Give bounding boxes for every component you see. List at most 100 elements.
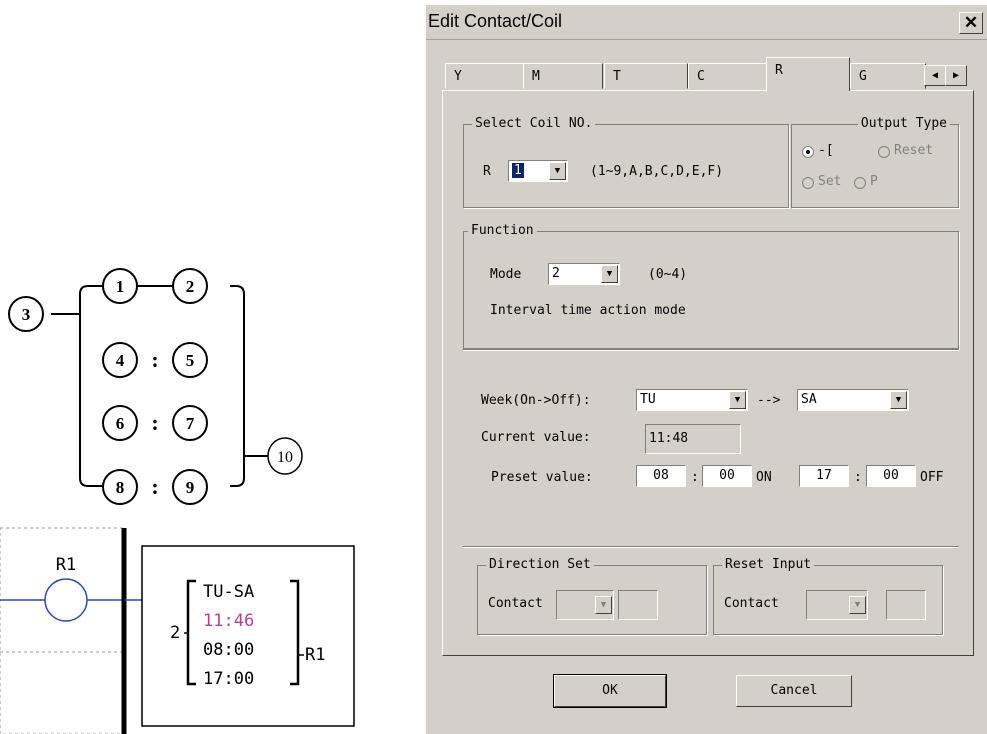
dropdown-arrow-icon: ▼ xyxy=(729,391,746,409)
edit-contact-coil-dialog: Edit Contact/Coil ✕ Y M T C R G ◀ ▶ Sele… xyxy=(426,5,987,734)
ok-button-label: OK xyxy=(602,683,618,698)
week-to-select[interactable]: SA ▼ xyxy=(797,389,909,411)
tab-r[interactable]: R xyxy=(766,57,850,91)
tab-scroll: ◀ ▶ xyxy=(924,65,968,86)
tab-y[interactable]: Y xyxy=(445,63,525,89)
tab-t[interactable]: T xyxy=(604,63,688,89)
reset-input-group: Reset Input Contact ▼ xyxy=(713,557,943,635)
tab-r-label: R xyxy=(775,63,783,78)
preset-off-hour-value: 17 xyxy=(816,468,832,483)
block-on-time: 08:00 xyxy=(203,640,254,660)
output-type-set-label: Set xyxy=(818,174,842,189)
ladder-diagram: R1 2 TU-SA 11:46 08:00 17:00 R1 xyxy=(0,527,355,734)
week-to-value: SA xyxy=(801,392,817,407)
coil-label: R1 xyxy=(56,555,76,575)
close-button[interactable]: ✕ xyxy=(959,12,983,34)
node-2-label: 2 xyxy=(186,277,195,296)
tab-panel-r: Select Coil NO. R 1 ▼ (1~9,A,B,C,D,E,F) … xyxy=(442,90,974,656)
tab-scroll-left-button[interactable]: ◀ xyxy=(924,65,946,86)
output-type-radio-reset[interactable] xyxy=(878,146,890,158)
week-from-select[interactable]: TU ▼ xyxy=(636,389,748,411)
dropdown-arrow-icon: ▼ xyxy=(549,162,566,180)
node-3-label: 3 xyxy=(22,305,31,324)
title-bar[interactable]: Edit Contact/Coil ✕ xyxy=(426,5,987,40)
preset-on-minute-value: 00 xyxy=(719,468,735,483)
node-9-label: 9 xyxy=(186,478,195,497)
tab-m-label: M xyxy=(532,69,540,84)
separator-8-9: : xyxy=(151,474,158,499)
block-output: R1 xyxy=(305,645,325,665)
week-from-value: TU xyxy=(640,392,656,407)
dropdown-arrow-icon: ▼ xyxy=(890,391,907,409)
mode-description: Interval time action mode xyxy=(490,303,686,318)
reset-contact-select[interactable]: ▼ xyxy=(806,590,868,620)
output-type-group: Output Type -[ Reset Set P xyxy=(791,116,959,208)
preset-off-minute-input[interactable]: 00 xyxy=(866,465,916,487)
cancel-button[interactable]: Cancel xyxy=(736,675,852,707)
preset-on-colon: : xyxy=(691,470,699,485)
separator-6-7: : xyxy=(151,410,158,435)
preset-on-minute-input[interactable]: 00 xyxy=(702,465,752,487)
output-type-radio-p[interactable] xyxy=(854,177,866,189)
node-4-label: 4 xyxy=(116,351,125,370)
dropdown-arrow-icon: ▼ xyxy=(601,265,618,283)
reset-input-legend: Reset Input xyxy=(722,557,815,572)
select-coil-legend: Select Coil NO. xyxy=(472,116,596,131)
block-days: TU-SA xyxy=(203,582,254,602)
coil-number-value: 1 xyxy=(512,163,524,178)
tab-scroll-right-button[interactable]: ▶ xyxy=(945,65,967,86)
current-value-field: 11:48 xyxy=(645,424,741,454)
select-coil-group: Select Coil NO. R 1 ▼ (1~9,A,B,C,D,E,F) xyxy=(463,116,789,208)
output-type-coil-label: -[ xyxy=(818,143,834,158)
tab-c[interactable]: C xyxy=(688,63,768,89)
block-off-time: 17:00 xyxy=(203,669,254,689)
mode-select[interactable]: 2 ▼ xyxy=(548,263,620,285)
tab-c-label: C xyxy=(697,69,705,84)
direction-contact-select[interactable]: ▼ xyxy=(556,590,614,620)
preset-on-label: ON xyxy=(756,470,772,485)
section-divider xyxy=(463,349,959,351)
function-block-diagram: 1 2 3 4 5 6 7 8 9 10 : : : R1 2 TU-SA 11… xyxy=(0,268,355,734)
ok-button[interactable]: OK xyxy=(553,674,667,708)
output-type-reset-label: Reset xyxy=(894,143,934,158)
mode-value: 2 xyxy=(552,266,560,281)
coil-range-hint: (1~9,A,B,C,D,E,F) xyxy=(590,164,724,179)
output-type-radio-coil[interactable] xyxy=(802,146,814,158)
cancel-button-label: Cancel xyxy=(770,683,818,698)
coil-number-select[interactable]: 1 ▼ xyxy=(508,160,568,182)
node-1-label: 1 xyxy=(116,277,125,296)
output-type-legend: Output Type xyxy=(857,116,950,131)
current-value-text: 11:48 xyxy=(649,431,689,446)
coil-prefix-label: R xyxy=(483,164,491,179)
arrow-right-icon: ▶ xyxy=(952,70,960,81)
preset-value-label: Preset value: xyxy=(491,470,593,485)
tab-g[interactable]: G xyxy=(850,63,926,89)
preset-on-hour-input[interactable]: 08 xyxy=(636,465,686,487)
week-label: Week(On->Off): xyxy=(481,393,591,408)
tab-y-label: Y xyxy=(454,69,462,84)
preset-on-hour-value: 08 xyxy=(653,468,669,483)
tab-g-label: G xyxy=(859,69,867,84)
node-8-label: 8 xyxy=(116,478,125,497)
dialog-title: Edit Contact/Coil xyxy=(428,11,563,31)
dropdown-arrow-icon: ▼ xyxy=(849,596,866,614)
direction-set-group: Direction Set Contact ▼ xyxy=(477,557,707,635)
mode-label: Mode xyxy=(490,267,522,282)
preset-off-hour-input[interactable]: 17 xyxy=(799,465,849,487)
direction-contact-label: Contact xyxy=(488,596,543,611)
function-group: Function Mode 2 ▼ (0~4) Interval time ac… xyxy=(463,223,959,349)
tab-m[interactable]: M xyxy=(523,63,603,89)
preset-off-label: OFF xyxy=(920,470,944,485)
arrow-left-icon: ◀ xyxy=(931,70,939,81)
coil-symbol xyxy=(44,578,88,622)
output-type-radio-set[interactable] xyxy=(802,177,814,189)
preset-off-colon: : xyxy=(854,470,862,485)
tab-t-label: T xyxy=(613,69,621,84)
node-7-label: 7 xyxy=(186,414,195,433)
direction-contact-number-input[interactable] xyxy=(618,590,658,620)
preset-off-minute-value: 00 xyxy=(883,468,899,483)
reset-contact-number-input[interactable] xyxy=(886,590,926,620)
function-legend: Function xyxy=(468,223,537,238)
node-6-label: 6 xyxy=(116,414,125,433)
block-current-time: 11:46 xyxy=(203,611,254,631)
